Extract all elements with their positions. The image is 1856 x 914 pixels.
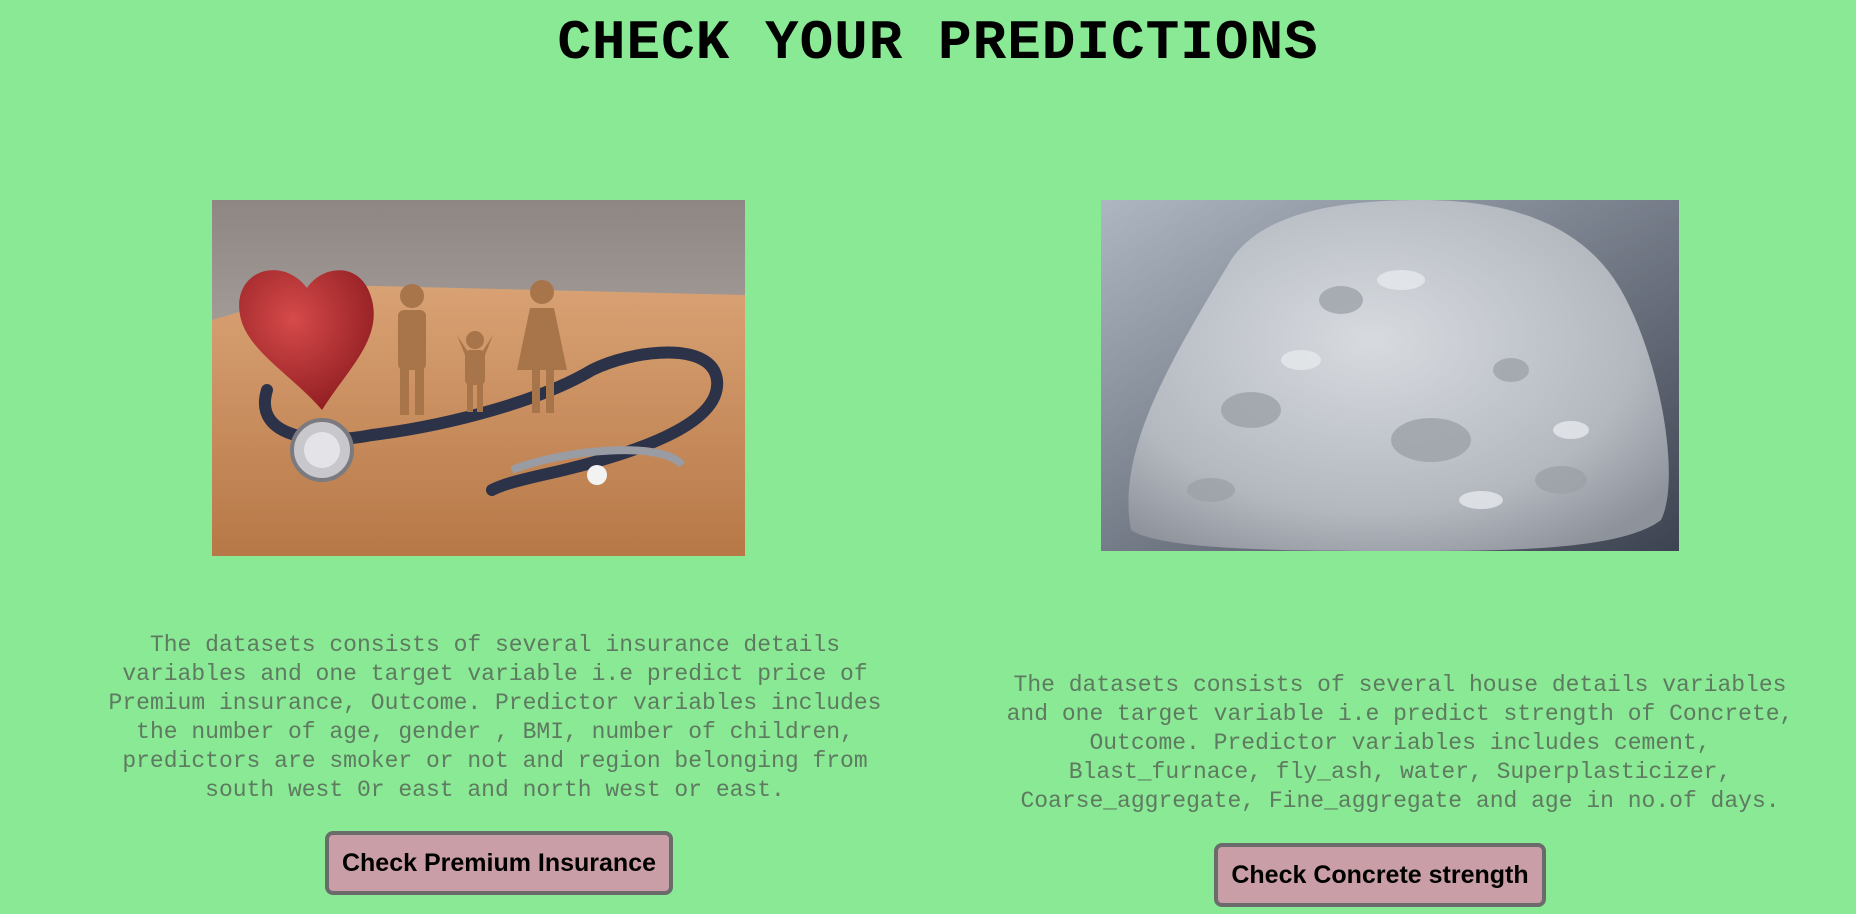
insurance-description: The datasets consists of several insuran… bbox=[108, 632, 882, 803]
concrete-image bbox=[1101, 200, 1679, 551]
insurance-image bbox=[212, 200, 745, 556]
insurance-photo-icon bbox=[212, 200, 745, 556]
concrete-powder-photo-icon bbox=[1101, 200, 1679, 551]
check-premium-insurance-button[interactable]: Check Premium Insurance bbox=[325, 831, 673, 895]
concrete-description: The datasets consists of several house d… bbox=[1006, 672, 1794, 814]
page-title: CHECK YOUR PREDICTIONS bbox=[557, 11, 1319, 75]
check-concrete-strength-button[interactable]: Check Concrete strength bbox=[1214, 843, 1546, 907]
